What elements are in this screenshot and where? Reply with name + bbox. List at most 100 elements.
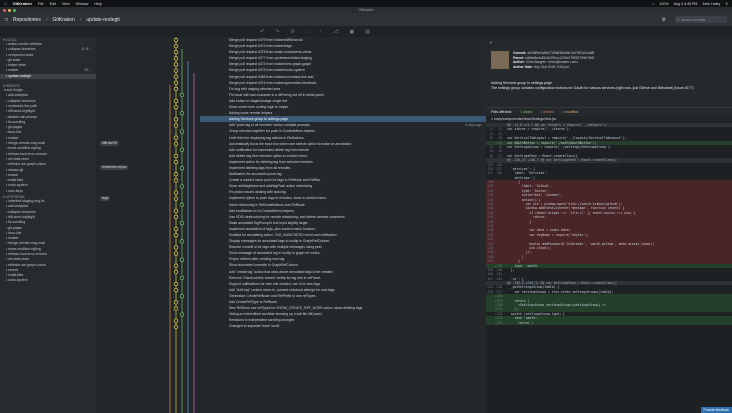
commit-summary: Merge pull request #376 from kraken/tags: [229, 44, 292, 49]
user-name[interactable]: John Haley: [702, 2, 720, 6]
sidebar-item-upstream-branch[interactable]: • undo-system: [0, 278, 96, 283]
menu-window[interactable]: Window: [76, 2, 89, 6]
clock[interactable]: Aug 4 3:45 PM: [674, 2, 698, 6]
push-icon[interactable]: ↑: [319, 29, 322, 35]
pull-icon[interactable]: ↓: [306, 29, 309, 35]
commit-sha[interactable]: a31f6f9e9a9b471f9b63fa0f4b7a47f67a41dd8f: [527, 51, 594, 55]
diff-view[interactable]: @@ -11,6 +11,7 @@ var helpers = require(…: [486, 123, 732, 325]
commit-node[interactable]: [173, 104, 179, 110]
commit-node[interactable]: [173, 245, 179, 250]
search-icon: ⚲: [677, 17, 680, 22]
pop-icon[interactable]: ▤: [365, 29, 370, 35]
branch-tag[interactable]: remember-repos: [100, 165, 129, 171]
menu-help[interactable]: Help: [94, 2, 101, 6]
parent-sha[interactable]: ed8bb8e4c83c8479bcc1235a77895179967fb6f: [525, 56, 594, 60]
menu-edit[interactable]: Edit: [50, 2, 56, 6]
redo-icon[interactable]: ↷: [275, 29, 279, 35]
commit-node[interactable]: [173, 141, 179, 146]
commit-node[interactable]: [173, 56, 179, 61]
commit-node[interactable]: [173, 214, 179, 220]
commit-node[interactable]: [173, 117, 179, 122]
app-menu[interactable]: GitKraken: [13, 1, 32, 6]
commit-node[interactable]: [173, 306, 179, 311]
commit-node[interactable]: [179, 92, 185, 98]
commit-node[interactable]: [179, 111, 185, 116]
commit-node[interactable]: [173, 269, 179, 275]
commit-node[interactable]: [173, 233, 179, 238]
menu-view[interactable]: View: [62, 2, 70, 6]
commit-node[interactable]: [173, 80, 179, 85]
commit-node[interactable]: [179, 184, 185, 189]
sidebar-item-local-branch[interactable]: • update-nodegit: [0, 73, 96, 80]
commit-node[interactable]: [173, 62, 179, 67]
commit-node[interactable]: [173, 86, 179, 92]
commit-node[interactable]: [173, 172, 179, 177]
commit-node[interactable]: [179, 129, 185, 134]
breadcrumb-repositories[interactable]: Repositories: [13, 17, 41, 23]
branch-tag[interactable]: diffUseOff: [100, 140, 119, 146]
wifi-icon[interactable]: ≈: [652, 2, 654, 6]
commit-node[interactable]: [179, 257, 185, 262]
stash-icon[interactable]: ▣: [349, 29, 354, 35]
commit-node[interactable]: [173, 43, 179, 49]
commit-node[interactable]: [173, 196, 179, 201]
back-arrow-icon[interactable]: ‹: [490, 40, 492, 46]
commit-node[interactable]: [179, 202, 185, 207]
commit-summary: Merge pull request #377 from upstream/re…: [229, 56, 312, 61]
commit-node[interactable]: [179, 147, 185, 153]
commit-node[interactable]: [173, 251, 179, 256]
commit-node[interactable]: [173, 300, 179, 305]
gear-icon[interactable]: ⚙: [662, 17, 666, 23]
commit-node[interactable]: [173, 135, 179, 140]
commit-node[interactable]: [173, 281, 179, 287]
commit-node[interactable]: [179, 294, 185, 299]
feedback-button[interactable]: Provide feedback: [700, 407, 732, 413]
commit-node[interactable]: [173, 263, 179, 268]
commit-node[interactable]: [173, 37, 179, 43]
sidebar-item-remote-branch[interactable]: • user-keys: [0, 189, 96, 194]
breadcrumb-branch[interactable]: update-nodegit: [86, 17, 119, 23]
commit-node[interactable]: [173, 98, 179, 104]
added-count[interactable]: 1 added: [520, 110, 532, 114]
commit-node[interactable]: [173, 123, 179, 128]
commit-node[interactable]: [179, 165, 185, 171]
fetch-icon[interactable]: ⟳: [290, 29, 294, 35]
commit-node[interactable]: [173, 74, 179, 79]
file-path[interactable]: □ src/js/components/views/SettingsView.j…: [486, 116, 732, 123]
undo-icon[interactable]: ↶: [260, 29, 264, 35]
commit-node[interactable]: [173, 190, 179, 195]
commit-node[interactable]: [173, 324, 179, 329]
commit-node[interactable]: [173, 208, 179, 214]
sidebar: ▾ LOCAL • action-creator-reflector • coll…: [0, 37, 96, 413]
commit-node[interactable]: [173, 159, 179, 165]
commit-node[interactable]: [179, 220, 185, 226]
commit-node[interactable]: [173, 68, 179, 73]
commit-node[interactable]: [173, 153, 179, 159]
commit-node[interactable]: [173, 50, 179, 55]
zoom-window-button[interactable]: [13, 8, 16, 12]
commit-summary: Add delete tag from remotes option in co…: [229, 153, 308, 158]
branch-icon[interactable]: ⎇: [333, 29, 339, 35]
spotlight-icon[interactable]: ⚲: [725, 2, 728, 6]
menu-file[interactable]: File: [38, 2, 44, 6]
apple-icon[interactable]: : [4, 2, 7, 6]
deleted-count[interactable]: 1 deleted: [540, 110, 554, 114]
breadcrumb-repo[interactable]: GitKraken: [53, 17, 75, 23]
commit-node[interactable]: [179, 312, 185, 317]
close-window-button[interactable]: [3, 8, 6, 12]
modified-count[interactable]: 1 modified: [562, 110, 578, 114]
commit-node[interactable]: [179, 275, 185, 281]
commit-node[interactable]: [173, 318, 179, 323]
commit-node[interactable]: [173, 178, 179, 183]
battery-status[interactable]: 100%: [659, 2, 668, 6]
breadcrumb: □ Repositories › GitKraken › update-node…: [0, 13, 732, 26]
commit-node[interactable]: [179, 239, 185, 244]
commit-row[interactable]: Changed to separate 'base' scroll: [200, 323, 486, 329]
branch-tag[interactable]: tags: [100, 195, 111, 201]
commit-summary: Add button to stage/unstage single line: [229, 98, 288, 103]
commit-node[interactable]: [173, 226, 179, 232]
folder-icon[interactable]: □: [5, 17, 8, 23]
minimize-window-button[interactable]: [8, 8, 11, 12]
search-input[interactable]: ⚲ search commits: [675, 16, 727, 23]
commit-node[interactable]: [173, 287, 179, 293]
